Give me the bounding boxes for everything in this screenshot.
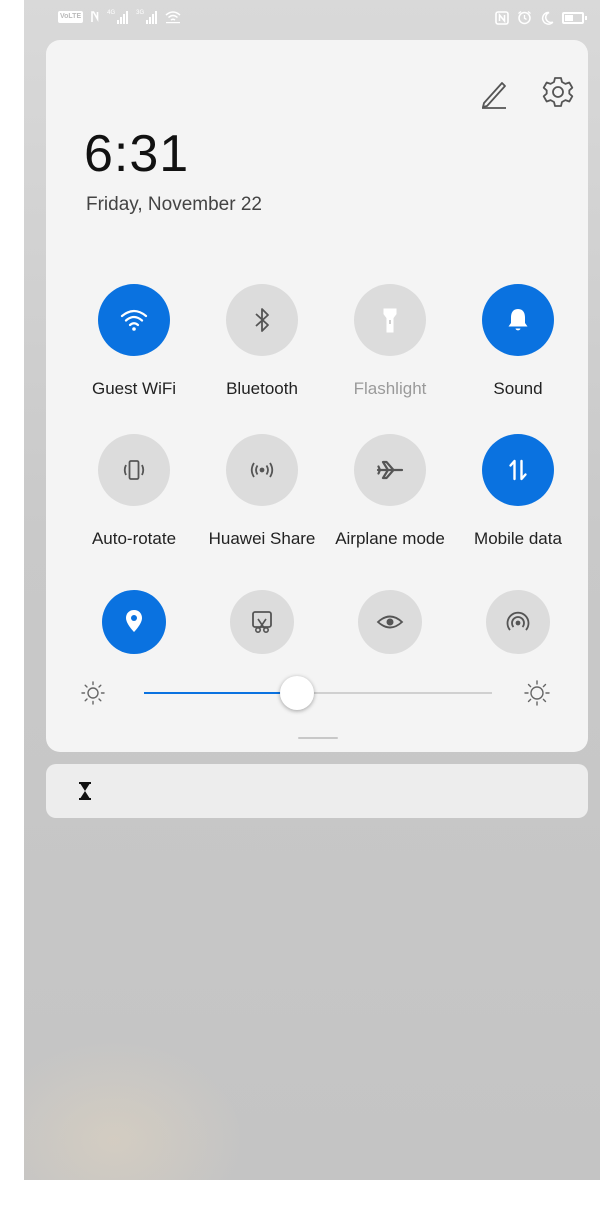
hotspot-icon — [506, 611, 530, 631]
tile-label: Airplane mode — [335, 529, 445, 548]
signal-icon: 3G — [136, 10, 158, 24]
eye-comfort-icon — [376, 615, 404, 629]
tile-location[interactable] — [70, 584, 198, 659]
quick-settings-grid: Guest WiFi Bluetooth Flashlight Sound Au… — [70, 284, 582, 659]
gear-icon[interactable] — [540, 74, 576, 110]
bluetooth-icon — [255, 308, 269, 332]
tile-label: Sound — [493, 379, 543, 398]
notification-card[interactable] — [46, 764, 588, 818]
brightness-slider-fill — [144, 692, 298, 694]
tile-toggle[interactable] — [354, 434, 426, 506]
tile-row — [70, 584, 582, 659]
brightness-high-icon — [524, 680, 550, 706]
mobile-data-icon — [509, 459, 527, 481]
brightness-slider[interactable] — [144, 676, 492, 710]
tile-toggle[interactable] — [102, 590, 166, 654]
tile-auto-rotate[interactable]: Auto-rotate — [70, 434, 198, 584]
nfc-n-icon — [91, 11, 99, 23]
wifi-icon — [120, 309, 148, 331]
tile-airplane-mode[interactable]: Airplane mode — [326, 434, 454, 584]
tile-toggle[interactable] — [354, 284, 426, 356]
airplane-icon — [376, 460, 404, 480]
tile-sound[interactable]: Sound — [454, 284, 582, 434]
wifi-icon — [165, 11, 181, 24]
flashlight-icon — [383, 308, 397, 333]
tile-toggle[interactable] — [482, 434, 554, 506]
tile-toggle[interactable] — [98, 284, 170, 356]
brightness-low-icon — [81, 681, 105, 705]
volte-icon: VoLTE — [58, 11, 84, 23]
signal-icon: 4G — [107, 10, 129, 24]
sim1-network-label: 4G — [107, 10, 116, 16]
tile-label: Huawei Share — [208, 529, 316, 548]
bell-icon — [508, 309, 528, 331]
brightness-control — [46, 670, 588, 714]
tile-toggle[interactable] — [358, 590, 422, 654]
pencil-icon[interactable] — [476, 75, 512, 111]
status-bar-right — [495, 10, 587, 25]
tile-guest-wifi[interactable]: Guest WiFi — [70, 284, 198, 434]
tile-toggle[interactable] — [98, 434, 170, 506]
tile-row: Auto-rotate Huawei Share Airplane mode M… — [70, 434, 582, 584]
tile-toggle[interactable] — [486, 590, 550, 654]
tile-huawei-share[interactable]: Huawei Share — [198, 434, 326, 584]
tile-eye-comfort[interactable] — [326, 584, 454, 659]
alarm-icon — [518, 10, 531, 25]
clock-time[interactable]: 6:31 — [84, 124, 189, 184]
tile-label: Auto-rotate — [91, 529, 177, 548]
quick-settings-panel: 6:31 Friday, November 22 Guest WiFi Blue… — [46, 40, 588, 752]
status-bar: VoLTE 4G 3G — [24, 0, 600, 36]
nfc-icon — [495, 10, 509, 25]
panel-drag-handle[interactable] — [298, 737, 338, 739]
tile-toggle[interactable] — [226, 434, 298, 506]
tile-mobile-data[interactable]: Mobile data — [454, 434, 582, 584]
status-bar-left: VoLTE 4G 3G — [58, 10, 181, 24]
clock-date[interactable]: Friday, November 22 — [86, 194, 262, 216]
tile-toggle[interactable] — [482, 284, 554, 356]
tile-label: Mobile data — [474, 529, 562, 548]
tile-bluetooth[interactable]: Bluetooth — [198, 284, 326, 434]
tile-screenshot[interactable] — [198, 584, 326, 659]
hourglass-icon — [79, 782, 91, 800]
tile-toggle[interactable] — [230, 590, 294, 654]
tile-toggle[interactable] — [226, 284, 298, 356]
location-icon — [126, 610, 142, 632]
phone-screen: VoLTE 4G 3G 6:31 Friday, November 22 Gue… — [24, 0, 600, 1180]
brightness-slider-thumb[interactable] — [280, 676, 315, 710]
tile-hotspot[interactable] — [454, 584, 582, 659]
auto-rotate-icon — [123, 460, 145, 480]
tile-row: Guest WiFi Bluetooth Flashlight Sound — [70, 284, 582, 434]
sim2-network-label: 3G — [136, 10, 145, 16]
tile-label: Flashlight — [353, 379, 427, 398]
battery-icon — [562, 11, 587, 24]
huawei-share-icon — [250, 462, 274, 478]
tile-label: Bluetooth — [226, 379, 298, 398]
moon-icon — [541, 11, 554, 25]
screenshot-icon — [252, 611, 272, 633]
tile-label: Guest WiFi — [91, 379, 177, 398]
tile-flashlight[interactable]: Flashlight — [326, 284, 454, 434]
